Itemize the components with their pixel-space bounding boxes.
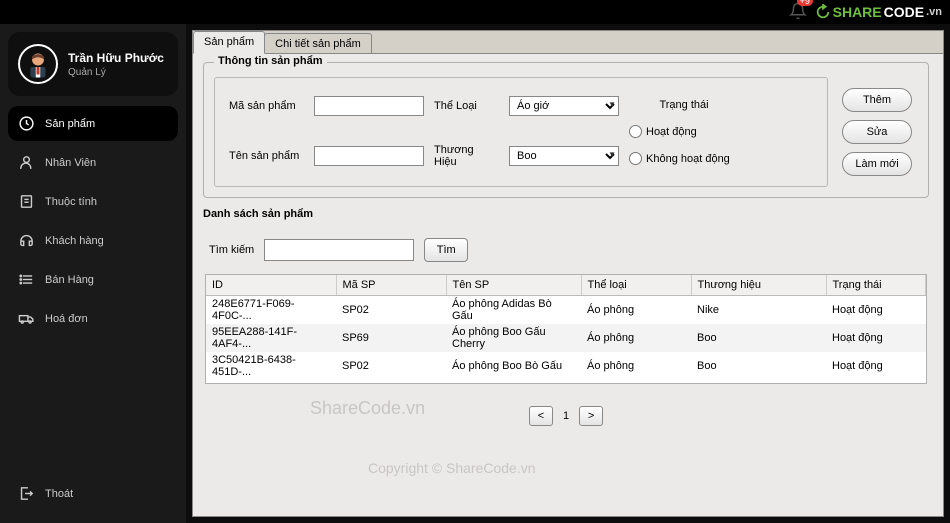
brand-logo: SHARECODE.vn bbox=[815, 4, 942, 20]
paginator: < 1 > bbox=[199, 406, 933, 426]
table-products: ID Mã SP Tên SP Thể loại Thương hiệu Trạ… bbox=[205, 274, 927, 384]
sidebar-item-banhang[interactable]: Bán Hàng bbox=[8, 262, 178, 297]
input-search[interactable] bbox=[264, 239, 414, 261]
notification-bell[interactable]: +9 bbox=[789, 2, 807, 23]
user-name: Trần Hữu Phước bbox=[68, 51, 164, 65]
label-search: Tìm kiếm bbox=[209, 244, 254, 256]
person-icon bbox=[18, 154, 35, 171]
main-area: Sản phẩm Chi tiết sản phẩm Thông tin sản… bbox=[186, 24, 950, 523]
sidebar-item-sanpham[interactable]: Sản phẩm bbox=[8, 106, 178, 141]
th-id[interactable]: ID bbox=[206, 275, 336, 296]
avatar bbox=[18, 44, 58, 84]
sidebar-item-label: Sản phẩm bbox=[45, 118, 95, 130]
th-theloai[interactable]: Thể loại bbox=[581, 275, 691, 296]
sidebar-item-label: Thoát bbox=[45, 488, 73, 500]
page-number: 1 bbox=[563, 410, 569, 422]
table-row[interactable]: 3C50421B-6438-451D-...SP02Áo phông Boo B… bbox=[206, 352, 926, 380]
sidebar-item-khachhang[interactable]: Khách hàng bbox=[8, 223, 178, 258]
sidebar-item-label: Bán Hàng bbox=[45, 274, 94, 286]
sidebar-item-label: Thuộc tính bbox=[45, 196, 97, 208]
dashboard-icon bbox=[18, 115, 35, 132]
th-ma[interactable]: Mã SP bbox=[336, 275, 446, 296]
tabstrip: Sản phẩm Chi tiết sản phẩm bbox=[193, 31, 943, 54]
app-header: +9 SHARECODE.vn bbox=[0, 0, 950, 24]
sidebar-item-thoat[interactable]: Thoát bbox=[8, 476, 178, 511]
select-thuonghieu[interactable]: Boo bbox=[509, 146, 619, 166]
notification-badge: +9 bbox=[797, 0, 813, 6]
sidebar-item-thuoctinh[interactable]: Thuộc tính bbox=[8, 184, 178, 219]
user-card: Trần Hữu Phước Quản Lý bbox=[8, 32, 178, 96]
label-theloai: Thể Loại bbox=[434, 100, 499, 112]
btn-them[interactable]: Thêm bbox=[842, 88, 912, 112]
btn-search[interactable]: Tìm bbox=[424, 238, 468, 262]
input-ten[interactable] bbox=[314, 146, 424, 166]
document-icon bbox=[18, 193, 35, 210]
table-row[interactable]: 248E6771-F069-4F0C-...SP02Áo phông Adida… bbox=[206, 296, 926, 325]
input-ma[interactable] bbox=[314, 96, 424, 116]
list-icon bbox=[18, 271, 35, 288]
fieldset-legend: Thông tin sản phẩm bbox=[214, 55, 327, 67]
headset-icon bbox=[18, 232, 35, 249]
th-trangthai[interactable]: Trạng thái bbox=[826, 275, 926, 296]
tab-chitiet[interactable]: Chi tiết sản phẩm bbox=[264, 33, 372, 53]
user-role: Quản Lý bbox=[68, 67, 164, 78]
th-ten[interactable]: Tên SP bbox=[446, 275, 581, 296]
table-row[interactable]: 95EEA288-141F-4AF4-...SP69Áo phông Boo G… bbox=[206, 324, 926, 352]
sidebar-item-nhanvien[interactable]: Nhân Viên bbox=[8, 145, 178, 180]
label-trangthai: Trạng thái bbox=[629, 99, 739, 111]
tab-sanpham[interactable]: Sản phẩm bbox=[193, 31, 265, 54]
btn-lammoi[interactable]: Làm mới bbox=[842, 152, 912, 176]
section-title-danhsach: Danh sách sản phẩm bbox=[203, 208, 933, 220]
sidebar-item-label: Nhân Viên bbox=[45, 157, 96, 169]
select-theloai[interactable]: Áo giớ bbox=[509, 96, 619, 116]
th-thuonghieu[interactable]: Thương hiệu bbox=[691, 275, 826, 296]
logout-icon bbox=[18, 485, 35, 502]
label-ten: Tên sản phẩm bbox=[229, 150, 304, 162]
radio-khong[interactable] bbox=[629, 152, 642, 165]
label-thuonghieu: Thương Hiệu bbox=[434, 144, 499, 168]
avatar-icon bbox=[23, 49, 53, 79]
truck-icon bbox=[18, 310, 35, 327]
sidebar-item-label: Hoá đơn bbox=[45, 313, 88, 325]
sidebar-item-hoadon[interactable]: Hoá đơn bbox=[8, 301, 178, 336]
fieldset-thongtin: Thông tin sản phẩm Mã sản phẩm Thể Loại … bbox=[203, 62, 929, 198]
sidebar-item-label: Khách hàng bbox=[45, 235, 104, 247]
btn-next[interactable]: > bbox=[579, 406, 603, 426]
sidebar: Trần Hữu Phước Quản Lý Sản phẩm Nhân Viê… bbox=[0, 24, 186, 523]
btn-sua[interactable]: Sửa bbox=[842, 120, 912, 144]
menu: Sản phẩm Nhân Viên Thuộc tính Khách hàng… bbox=[8, 106, 178, 476]
recycle-icon bbox=[815, 4, 831, 20]
btn-prev[interactable]: < bbox=[529, 406, 553, 426]
radio-hoatdong[interactable] bbox=[629, 125, 642, 138]
label-ma: Mã sản phẩm bbox=[229, 100, 304, 112]
